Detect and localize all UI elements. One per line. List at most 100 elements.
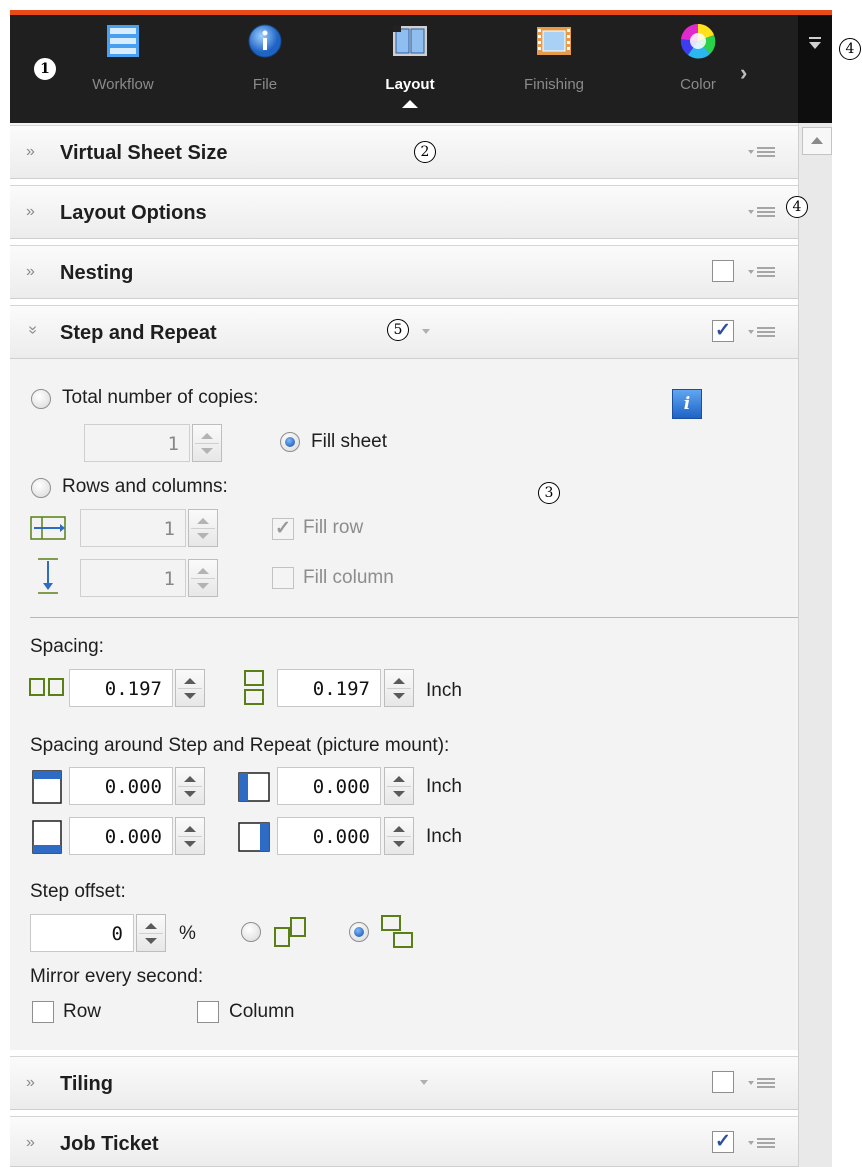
spin-down-icon [393, 791, 405, 797]
fill-row-checkbox[interactable] [272, 517, 294, 540]
section-layout-options[interactable]: » Layout Options [10, 185, 798, 239]
section-menu-icon[interactable] [748, 1135, 778, 1151]
horizontal-spacing-spinner[interactable] [175, 669, 205, 707]
chevron-right-icon[interactable]: › [740, 60, 754, 85]
margin-bottom-input[interactable]: 0.000 [69, 817, 173, 855]
vertical-spacing-spinner[interactable] [384, 669, 414, 707]
section-tiling[interactable]: » Tiling [10, 1056, 798, 1110]
section-job-ticket[interactable]: » Job Ticket [10, 1116, 798, 1167]
spinner-divider [178, 786, 202, 787]
toolbar-layout-label: Layout [385, 76, 435, 93]
total-copies-label: Total number of copies: [62, 387, 259, 408]
mirror-label: Mirror every second: [30, 966, 204, 987]
margin-left-input[interactable]: 0.000 [277, 767, 381, 805]
menu-line [757, 327, 775, 329]
spin-up-icon [197, 518, 209, 524]
mount-unit-label-2: Inch [426, 826, 462, 847]
total-copies-radio[interactable] [31, 389, 51, 409]
margin-right-spinner[interactable] [384, 817, 414, 855]
toolbar-layout-button[interactable]: Layout [355, 20, 465, 108]
margin-top-input[interactable]: 0.000 [69, 767, 173, 805]
spin-down-icon [184, 841, 196, 847]
callout-2: 2 [414, 141, 436, 163]
info-button[interactable]: i [672, 389, 702, 419]
spin-down-icon [201, 448, 213, 454]
menu-line [757, 1082, 775, 1084]
mirror-column-checkbox[interactable] [197, 1001, 219, 1023]
margin-right-input[interactable]: 0.000 [277, 817, 381, 855]
section-title: Tiling [60, 1073, 113, 1095]
section-dropdown-icon[interactable] [420, 1080, 428, 1085]
horizontal-spacing-icon [29, 678, 64, 696]
horizontal-spacing-input[interactable]: 0.197 [69, 669, 173, 707]
toolbar-finishing-button[interactable]: Finishing [499, 20, 609, 100]
expand-chevron-icon: » [26, 263, 35, 280]
rows-value: 1 [163, 518, 175, 540]
columns-value: 1 [163, 568, 175, 590]
menu-line [757, 271, 775, 273]
columns-spinner[interactable] [188, 559, 218, 597]
job-ticket-enable-checkbox[interactable] [712, 1130, 734, 1153]
section-virtual-sheet-size[interactable]: » Virtual Sheet Size [10, 125, 798, 179]
rows-spinner[interactable] [188, 509, 218, 547]
total-copies-spinner[interactable] [192, 424, 222, 462]
toolbar-workflow-label: Workflow [92, 76, 154, 93]
tiling-enable-checkbox[interactable] [712, 1071, 734, 1093]
row-count-icon [30, 516, 66, 540]
mirror-row-label: Row [63, 1001, 102, 1022]
horizontal-offset-radio[interactable] [241, 922, 261, 942]
collapse-chevron-icon: » [24, 325, 42, 335]
expand-chevron-icon: » [26, 1074, 35, 1091]
rows-input[interactable]: 1 [80, 509, 186, 547]
section-menu-icon[interactable] [748, 204, 778, 220]
step-offset-label: Step offset: [30, 881, 126, 902]
color-wheel-icon [680, 23, 716, 59]
margin-right-icon [238, 822, 270, 852]
toolbar-file-button[interactable]: File [210, 20, 320, 100]
scroll-up-button[interactable] [802, 127, 832, 155]
margin-bottom-spinner[interactable] [175, 817, 205, 855]
mirror-row-checkbox[interactable] [32, 1001, 54, 1023]
menu-line [757, 267, 775, 269]
nesting-enable-checkbox[interactable] [712, 260, 734, 282]
spin-down-icon [145, 938, 157, 944]
toolbar-color-label: Color [680, 76, 716, 93]
vertical-offset-radio[interactable] [349, 922, 369, 942]
margin-left-spinner[interactable] [384, 767, 414, 805]
finishing-icon [537, 27, 571, 55]
margin-top-value: 0.000 [104, 776, 162, 798]
menu-triangle-icon [748, 330, 754, 334]
section-menu-icon[interactable] [748, 1075, 778, 1091]
vertical-scrollbar[interactable] [798, 123, 832, 1167]
section-dropdown-icon[interactable] [422, 329, 430, 334]
fill-column-checkbox[interactable] [272, 567, 294, 589]
toolbar-overflow-button[interactable] [798, 15, 832, 123]
margin-top-spinner[interactable] [175, 767, 205, 805]
section-title: Job Ticket [60, 1133, 159, 1155]
expand-chevron-icon: » [26, 1134, 35, 1151]
step-offset-input[interactable]: 0 [30, 914, 134, 952]
menu-line [757, 147, 775, 149]
vertical-spacing-input[interactable]: 0.197 [277, 669, 381, 707]
step-offset-spinner[interactable] [136, 914, 166, 952]
rows-columns-radio[interactable] [31, 478, 51, 498]
columns-input[interactable]: 1 [80, 559, 186, 597]
rows-columns-label: Rows and columns: [62, 476, 228, 497]
spin-down-icon [393, 693, 405, 699]
expand-chevron-icon: » [26, 143, 35, 160]
toolbar-color-button[interactable]: Color [643, 20, 753, 100]
horizontal-spacing-value: 0.197 [104, 678, 162, 700]
section-menu-icon[interactable] [748, 324, 778, 340]
section-menu-icon[interactable] [748, 144, 778, 160]
spinner-divider [195, 443, 219, 444]
total-copies-input[interactable]: 1 [84, 424, 190, 462]
active-tab-caret [402, 100, 418, 108]
total-copies-value: 1 [167, 433, 179, 455]
section-menu-icon[interactable] [748, 264, 778, 280]
section-nesting[interactable]: » Nesting [10, 245, 798, 299]
spinner-divider [178, 688, 202, 689]
step-repeat-enable-checkbox[interactable] [712, 319, 734, 342]
toolbar-workflow-button[interactable]: Workflow [68, 20, 178, 100]
fill-sheet-radio[interactable] [280, 432, 300, 452]
fill-column-label: Fill column [303, 567, 394, 588]
